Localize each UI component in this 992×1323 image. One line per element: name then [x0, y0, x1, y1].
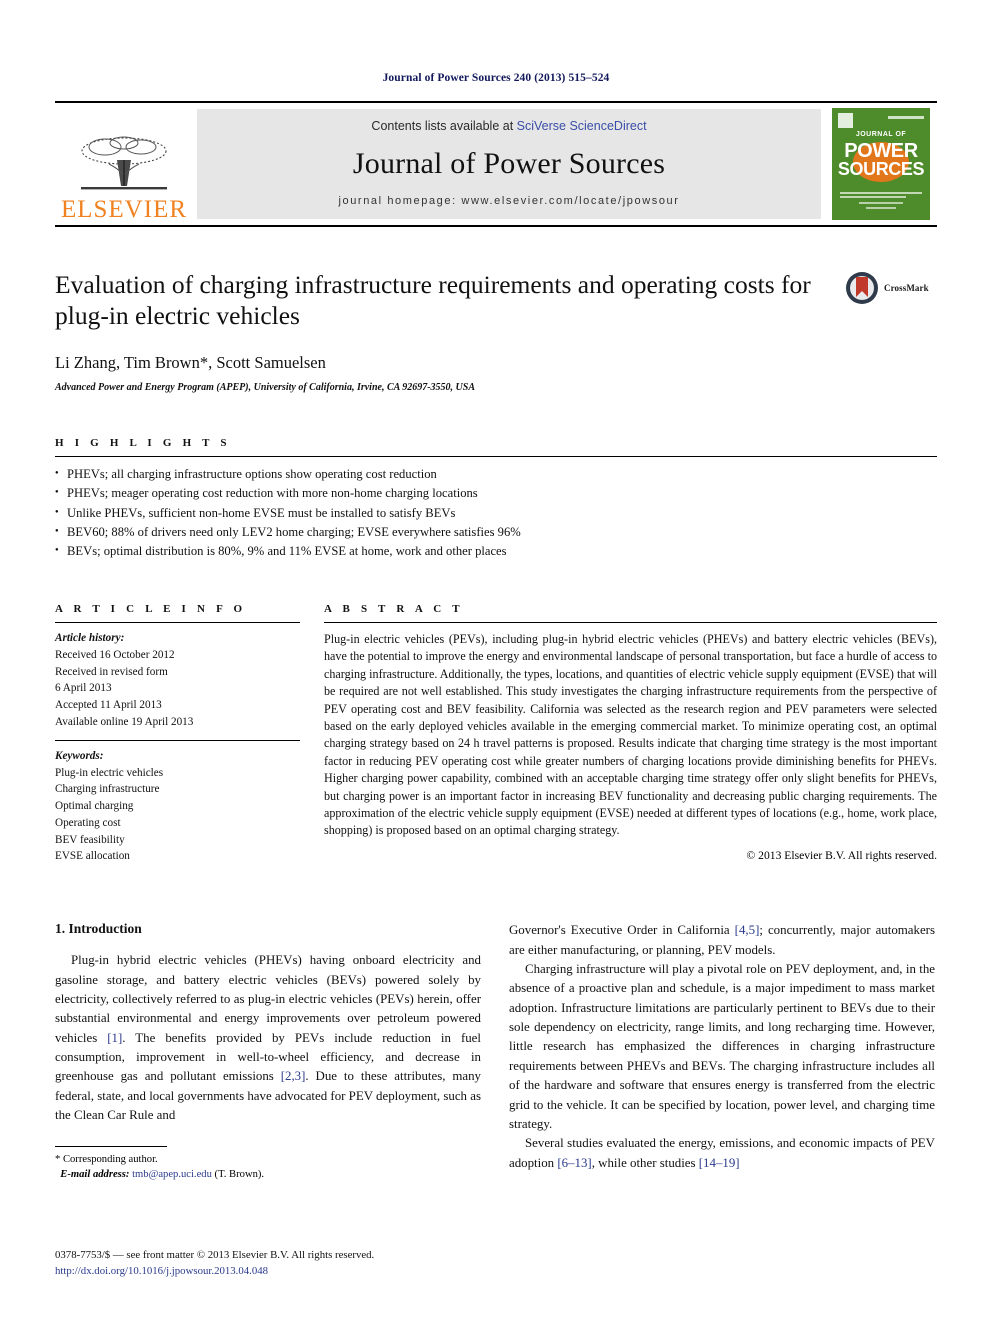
email-suffix: (T. Brown). — [211, 1168, 265, 1180]
page-title: Evaluation of charging infrastructure re… — [55, 270, 811, 331]
paper-page: Journal of Power Sources 240 (2013) 515–… — [0, 0, 992, 1323]
keyword-item: EVSE allocation — [55, 850, 130, 863]
keyword-item: Plug-in electric vehicles — [55, 766, 164, 779]
contents-available-line: Contents lists available at SciVerse Sci… — [371, 119, 646, 133]
citation-link[interactable]: [4,5] — [735, 923, 760, 937]
keyword-item: Charging infrastructure — [55, 783, 160, 796]
highlight-item: BEV60; 88% of drivers need only LEV2 hom… — [55, 523, 937, 542]
intro-paragraph-right-3: Several studies evaluated the energy, em… — [509, 1134, 935, 1173]
info-abstract-section: A R T I C L E I N F O Article history: R… — [55, 603, 937, 865]
keywords-label: Keywords: — [55, 749, 104, 762]
doi-link[interactable]: http://dx.doi.org/10.1016/j.jpowsour.201… — [55, 1263, 374, 1279]
intro-paragraph-left: Plug-in hybrid electric vehicles (PHEVs)… — [55, 951, 481, 1125]
highlights-list: PHEVs; all charging infrastructure optio… — [55, 465, 937, 561]
highlight-item: PHEVs; all charging infrastructure optio… — [55, 465, 937, 484]
body-column-right: Governor's Executive Order in California… — [509, 921, 935, 1182]
email-link[interactable]: tmb@apep.uci.edu — [132, 1169, 212, 1180]
intro-paragraph-right-1: Governor's Executive Order in California… — [509, 921, 935, 960]
cover-line-3: SOURCES — [837, 159, 925, 179]
contents-prefix: Contents lists available at — [371, 119, 517, 133]
history-line: Available online 19 April 2013 — [55, 715, 194, 728]
right-text-a: Governor's Executive Order in California — [509, 923, 735, 938]
article-info-column: A R T I C L E I N F O Article history: R… — [55, 603, 300, 865]
title-area: Evaluation of charging infrastructure re… — [55, 269, 937, 393]
highlights-heading: H I G H L I G H T S — [55, 437, 231, 450]
keyword-item: Operating cost — [55, 816, 121, 829]
email-label: E-mail address: — [60, 1168, 130, 1180]
journal-masthead: ELSEVIER Contents lists available at Sci… — [55, 101, 937, 227]
highlight-item: BEVs; optimal distribution is 80%, 9% an… — [55, 542, 937, 561]
corresponding-author-note: * Corresponding author. E-mail address: … — [55, 1152, 264, 1183]
issn-line: 0378-7753/$ — see front matter © 2013 El… — [55, 1248, 375, 1261]
crossmark-badge[interactable]: CrossMark — [845, 271, 937, 305]
cover-line-1: JOURNAL OF — [855, 131, 907, 138]
journal-title: Journal of Power Sources — [352, 147, 666, 180]
introduction-heading: 1. Introduction — [55, 921, 142, 937]
highlights-section: H I G H L I G H T S PHEVs; all charging … — [55, 437, 937, 561]
email-line: E-mail address: tmb@apep.uci.edu (T. Bro… — [55, 1167, 264, 1182]
crossmark-icon — [846, 272, 878, 304]
elsevier-wordmark: ELSEVIER — [60, 196, 188, 223]
sciencedirect-link[interactable]: SciVerse ScienceDirect — [517, 119, 647, 133]
keywords-block: Keywords: Plug-in electric vehicles Char… — [55, 748, 300, 866]
journal-cover-thumbnail: JOURNAL OF POWER SOURCES — [825, 103, 937, 225]
citation-link[interactable]: [2,3] — [281, 1069, 306, 1083]
history-line: Received in revised form — [55, 665, 168, 678]
affiliation: Advanced Power and Energy Program (APEP)… — [55, 382, 476, 394]
footer-imprint: 0378-7753/$ — see front matter © 2013 El… — [55, 1247, 374, 1279]
body-column-left: 1. Introduction Plug-in hybrid electric … — [55, 921, 481, 1182]
crossmark-label: CrossMark — [884, 283, 929, 293]
history-line: Received 16 October 2012 — [55, 648, 175, 661]
intro-paragraph-right-2: Charging infrastructure will play a pivo… — [509, 962, 935, 1131]
author-list: Li Zhang, Tim Brown*, Scott Samuelsen — [55, 353, 326, 373]
citation-link[interactable]: [1] — [107, 1031, 122, 1045]
keyword-item: Optimal charging — [55, 800, 134, 813]
article-info-heading: A R T I C L E I N F O — [55, 602, 247, 615]
elsevier-tree-icon — [81, 136, 167, 190]
abstract-column: A B S T R A C T Plug-in electric vehicle… — [324, 603, 937, 865]
abstract-copyright: © 2013 Elsevier B.V. All rights reserved… — [746, 848, 937, 862]
elsevier-logo: ELSEVIER — [55, 103, 193, 225]
masthead-center: Contents lists available at SciVerse Sci… — [197, 109, 821, 219]
highlight-item: Unlike PHEVs, sufficient non-home EVSE m… — [55, 504, 937, 523]
right-text-d: , while other studies — [591, 1155, 699, 1170]
corresponding-author-text: * Corresponding author. — [55, 1153, 158, 1165]
running-head: Journal of Power Sources 240 (2013) 515–… — [382, 72, 610, 84]
citation-link[interactable]: [14–19] — [699, 1156, 740, 1170]
article-history: Article history: Received 16 October 201… — [55, 630, 300, 731]
history-line: 6 April 2013 — [55, 682, 112, 695]
keywords-list: Plug-in electric vehicles Charging infra… — [55, 765, 300, 866]
highlight-item: PHEVs; meager operating cost reduction w… — [55, 484, 937, 503]
article-history-label: Article history: — [55, 631, 125, 644]
abstract-text: Plug-in electric vehicles (PEVs), includ… — [324, 631, 937, 838]
journal-homepage-line[interactable]: journal homepage: www.elsevier.com/locat… — [338, 195, 679, 207]
footnote-block: * Corresponding author. E-mail address: … — [55, 1145, 264, 1183]
body-columns: 1. Introduction Plug-in hybrid electric … — [55, 921, 937, 1182]
keyword-item: BEV feasibility — [55, 833, 125, 846]
citation-link[interactable]: [6–13] — [557, 1156, 591, 1170]
history-line: Accepted 11 April 2013 — [55, 699, 162, 712]
abstract-heading: A B S T R A C T — [324, 602, 464, 615]
